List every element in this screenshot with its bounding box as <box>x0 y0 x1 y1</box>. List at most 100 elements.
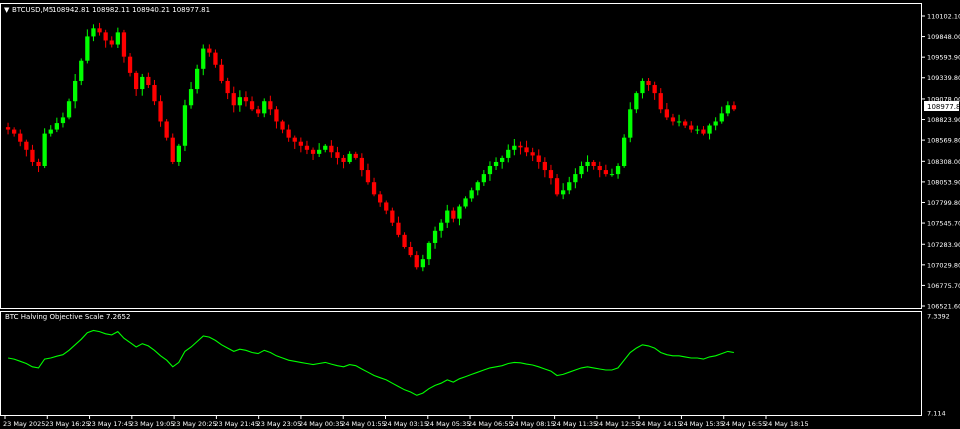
candle-body <box>152 85 157 102</box>
candle-body <box>402 234 407 248</box>
time-tick-label: 24 May 05:35 <box>426 420 471 428</box>
candle-body <box>390 210 395 223</box>
candle-body <box>170 137 175 162</box>
chart-canvas: 110102.10109848.00109593.90109339.801090… <box>0 3 960 428</box>
candle-body <box>414 255 419 268</box>
price-tick-label: 107545.70 <box>927 220 960 228</box>
candle-body <box>359 157 364 171</box>
candle-body <box>140 76 145 90</box>
candle-body <box>30 149 35 162</box>
candle-body <box>286 129 291 138</box>
price-axis: 110102.10109848.00109593.90109339.801090… <box>921 13 960 311</box>
candle-body <box>158 101 163 122</box>
candle-body <box>701 129 706 134</box>
candle-body <box>146 76 151 86</box>
candle-body <box>652 85 657 94</box>
time-axis: 23 May 2025 23 May 16:2523 May 17:4523 Ma… <box>3 416 809 428</box>
candle-body <box>371 182 377 195</box>
candle-body <box>36 161 41 167</box>
candle-body <box>432 230 438 243</box>
candle-body <box>457 206 462 219</box>
indicator-tick-label: 7.114 <box>927 410 946 418</box>
candle-body <box>689 125 694 130</box>
candle-body <box>256 109 261 114</box>
candle-body <box>109 40 114 45</box>
candle-body <box>384 202 389 211</box>
candle-body <box>451 210 456 219</box>
candle-body <box>219 64 224 81</box>
indicator-tick-label: 7.3392 <box>927 313 950 321</box>
candle-body <box>280 121 285 130</box>
time-tick-label: 24 May 18:15 <box>764 420 809 428</box>
candle-body <box>512 145 517 150</box>
candle-body <box>603 170 608 175</box>
candle-body <box>615 166 621 175</box>
candle-body <box>268 101 273 110</box>
candle-body <box>79 60 84 81</box>
candle-body <box>420 259 425 268</box>
indicator-label: BTC Halving Objective Scale 7.2652 <box>5 313 130 321</box>
current-price-tag: 108977.81 <box>927 103 960 111</box>
candle-body <box>530 152 535 156</box>
candle-body <box>91 28 96 37</box>
price-tick-label: 107799.80 <box>927 199 960 207</box>
candle-body <box>24 141 29 150</box>
price-tick-label: 109339.80 <box>927 74 960 82</box>
time-tick-label: 23 May 20:25 <box>172 420 217 428</box>
candle-body <box>127 56 133 73</box>
price-tick-label: 106521.60 <box>927 303 960 311</box>
candle-body <box>646 80 651 86</box>
candle-body <box>341 157 346 162</box>
indicator-line <box>8 329 734 396</box>
candle-body <box>66 101 72 118</box>
price-tick-label: 109593.90 <box>927 54 960 62</box>
candle-body <box>298 141 303 146</box>
candle-body <box>676 121 682 123</box>
candle-body <box>201 48 206 69</box>
price-tick-label: 107283.90 <box>927 241 960 249</box>
candle-body <box>481 174 486 183</box>
indicator-axis: 7.3392 7.114 <box>927 313 950 418</box>
candle-body <box>329 145 334 153</box>
candle-body <box>213 52 218 65</box>
candle-body <box>640 80 645 94</box>
candle-body <box>243 97 249 102</box>
chart-menu-triangle-icon[interactable]: ▼ <box>4 6 10 14</box>
candle-body <box>518 145 523 148</box>
price-tick-label: 109848.00 <box>927 33 960 41</box>
candle-body <box>115 32 120 45</box>
candle-body <box>664 109 669 118</box>
candle-body <box>18 133 23 142</box>
candle-body <box>695 129 700 131</box>
time-tick-label: 24 May 16:55 <box>722 420 767 428</box>
symbol-label: BTCUSD,M5 <box>12 6 53 14</box>
candle-body <box>231 93 236 106</box>
candle-body <box>609 174 615 176</box>
candle-body <box>310 149 316 154</box>
candle-body <box>573 174 578 183</box>
candle-body <box>48 129 53 134</box>
candle-body <box>622 137 627 167</box>
candle-body <box>195 68 200 90</box>
candle-body <box>12 129 17 134</box>
time-tick-label: 24 May 00:35 <box>299 420 344 428</box>
price-panel-frame <box>0 3 922 309</box>
candle-body <box>396 222 401 235</box>
candle-body <box>493 161 499 167</box>
candle-body <box>249 101 255 110</box>
candle-body <box>670 117 676 122</box>
candle-body <box>567 182 572 191</box>
time-tick-label: 23 May 21:45 <box>214 420 259 428</box>
candle-body <box>500 157 505 162</box>
price-tick-label: 110102.10 <box>927 13 960 21</box>
time-tick-label: 23 May 19:05 <box>130 420 175 428</box>
candle-body <box>445 210 450 223</box>
candle-body <box>463 198 468 207</box>
candle-body <box>335 152 340 158</box>
candle-body <box>597 166 602 171</box>
time-tick-label: 24 May 03:15 <box>384 420 429 428</box>
candle-body <box>347 153 352 162</box>
candle-body <box>85 36 90 61</box>
time-tick-label: 24 May 14:15 <box>637 420 682 428</box>
price-tick-label: 108308.00 <box>927 158 960 166</box>
